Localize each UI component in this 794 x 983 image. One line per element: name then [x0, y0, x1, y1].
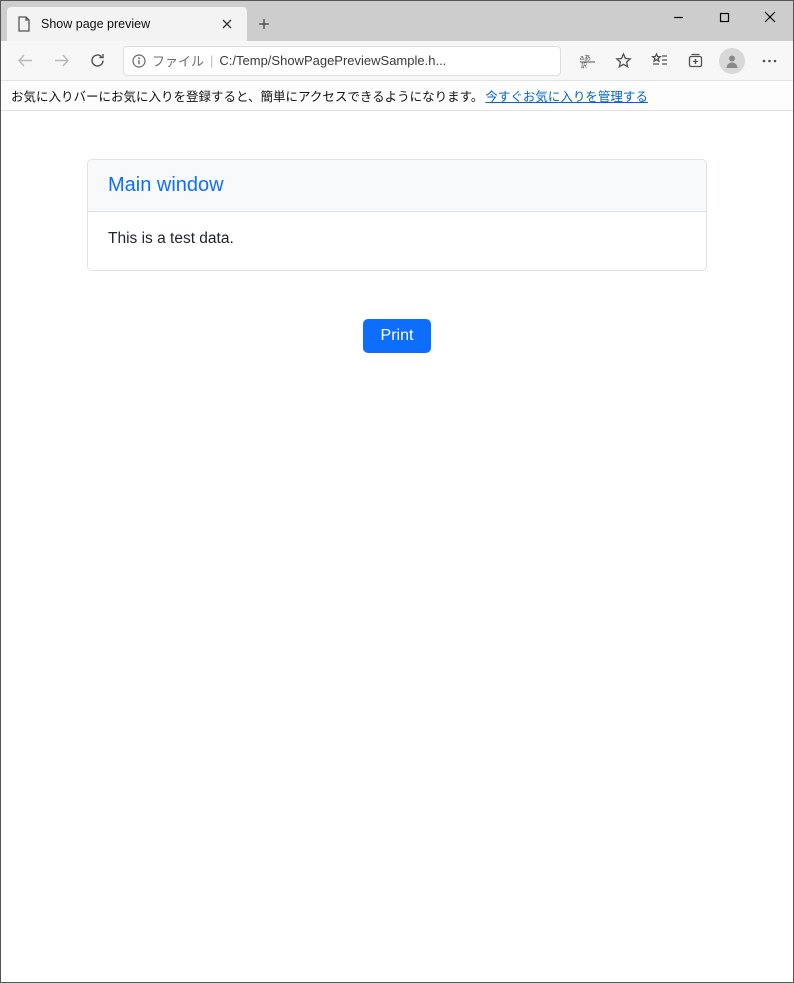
address-bar[interactable]: ファイル | C:/Temp/ShowPagePreviewSample.h..…: [123, 46, 561, 76]
address-path: C:/Temp/ShowPagePreviewSample.h...: [219, 53, 446, 68]
main-card: Main window This is a test data.: [87, 159, 707, 271]
svg-text:aあ: aあ: [580, 54, 591, 62]
print-button[interactable]: Print: [363, 319, 432, 353]
svg-text:訳: 訳: [581, 62, 587, 69]
browser-tab[interactable]: Show page preview: [7, 7, 247, 41]
card-body: This is a test data.: [88, 212, 706, 270]
maximize-button[interactable]: [701, 1, 747, 33]
favorites-list-button[interactable]: [643, 45, 675, 77]
card-header: Main window: [88, 160, 706, 212]
more-menu-button[interactable]: [753, 45, 785, 77]
address-separator: |: [210, 53, 213, 68]
favorites-bar: お気に入りバーにお気に入りを登録すると、簡単にアクセスできるようになります。 今…: [1, 81, 793, 111]
window-controls: [655, 1, 793, 33]
card-title: Main window: [108, 174, 686, 197]
close-window-button[interactable]: [747, 1, 793, 33]
tab-title: Show page preview: [41, 17, 217, 31]
refresh-button[interactable]: [81, 45, 113, 77]
page-icon: [17, 16, 33, 32]
address-file-label: ファイル: [152, 51, 204, 70]
profile-button[interactable]: [719, 48, 745, 74]
page-content: Main window This is a test data. Print: [1, 111, 793, 401]
minimize-button[interactable]: [655, 1, 701, 33]
favorites-bar-link[interactable]: 今すぐお気に入りを管理する: [485, 86, 648, 105]
new-tab-button[interactable]: [247, 7, 281, 41]
translate-button[interactable]: aあ訳: [571, 45, 603, 77]
back-button[interactable]: [9, 45, 41, 77]
collections-button[interactable]: [679, 45, 711, 77]
titlebar: Show page preview: [1, 1, 793, 41]
info-icon: [132, 54, 146, 68]
print-row: Print: [363, 319, 432, 353]
tab-close-button[interactable]: [217, 14, 237, 34]
favorites-bar-message: お気に入りバーにお気に入りを登録すると、簡単にアクセスできるようになります。: [11, 86, 483, 105]
forward-button[interactable]: [45, 45, 77, 77]
toolbar: ファイル | C:/Temp/ShowPagePreviewSample.h..…: [1, 41, 793, 81]
favorite-button[interactable]: [607, 45, 639, 77]
